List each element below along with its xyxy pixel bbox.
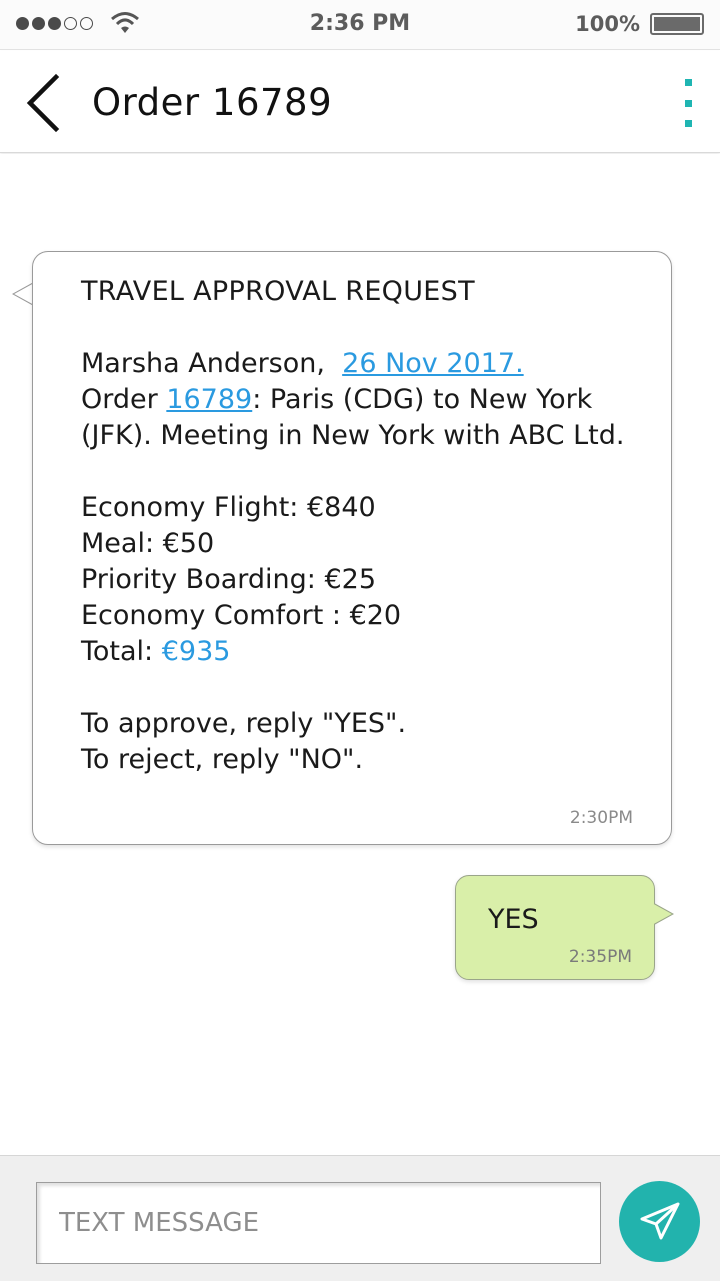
- requester-name: Marsha Anderson,: [81, 348, 325, 379]
- send-button[interactable]: [619, 1181, 700, 1262]
- order-prefix: Order: [81, 384, 158, 415]
- menu-dot: [684, 99, 692, 107]
- more-vertical-icon[interactable]: [676, 79, 700, 127]
- chevron-left-icon: [26, 73, 60, 133]
- cost-item: Meal: €50: [81, 528, 215, 559]
- message-heading: TRAVEL APPROVAL REQUEST: [81, 276, 475, 307]
- date-link[interactable]: 26 Nov 2017.: [342, 348, 524, 379]
- app-header: Order 16789: [0, 51, 720, 153]
- battery-fill: [654, 17, 700, 31]
- route-line-1: : Paris (CDG) to New York: [252, 384, 593, 415]
- menu-dot: [684, 120, 692, 127]
- cost-item: Economy Comfort : €20: [81, 600, 402, 631]
- reject-instruction: To reject, reply "NO".: [81, 744, 364, 775]
- approve-instruction: To approve, reply "YES".: [81, 708, 407, 739]
- page-title: Order 16789: [92, 81, 333, 124]
- route-line-2: (JFK). Meeting in New York with ABC Ltd.: [81, 420, 625, 451]
- message-timestamp: 2:35PM: [568, 947, 632, 967]
- text-message-input[interactable]: [36, 1182, 601, 1264]
- status-bar: 2:36 PM 100%: [0, 0, 720, 50]
- total-label: Total:: [81, 636, 154, 667]
- cost-item: Economy Flight: €840: [81, 492, 376, 523]
- battery-percent: 100%: [575, 12, 640, 36]
- cost-item: Priority Boarding: €25: [81, 564, 376, 595]
- back-button[interactable]: [20, 73, 66, 133]
- chat-thread[interactable]: TRAVEL APPROVAL REQUEST Marsha Anderson,…: [0, 154, 720, 1154]
- message-composer: [0, 1155, 720, 1281]
- outgoing-bubble-tail: [652, 902, 674, 926]
- message-timestamp: 2:30PM: [569, 808, 633, 828]
- message-body: Marsha Anderson, 26 Nov 2017. Order 1678…: [81, 346, 661, 778]
- send-icon: [640, 1202, 679, 1239]
- outgoing-message-text: YES: [488, 904, 539, 935]
- menu-dot: [684, 79, 692, 86]
- incoming-bubble-tail: [12, 282, 34, 306]
- total-value: €935: [161, 636, 231, 667]
- outgoing-message-bubble: YES 2:35PM: [455, 875, 655, 980]
- battery-icon: [650, 13, 704, 35]
- incoming-message-bubble: TRAVEL APPROVAL REQUEST Marsha Anderson,…: [32, 251, 672, 845]
- order-link[interactable]: 16789: [166, 384, 252, 415]
